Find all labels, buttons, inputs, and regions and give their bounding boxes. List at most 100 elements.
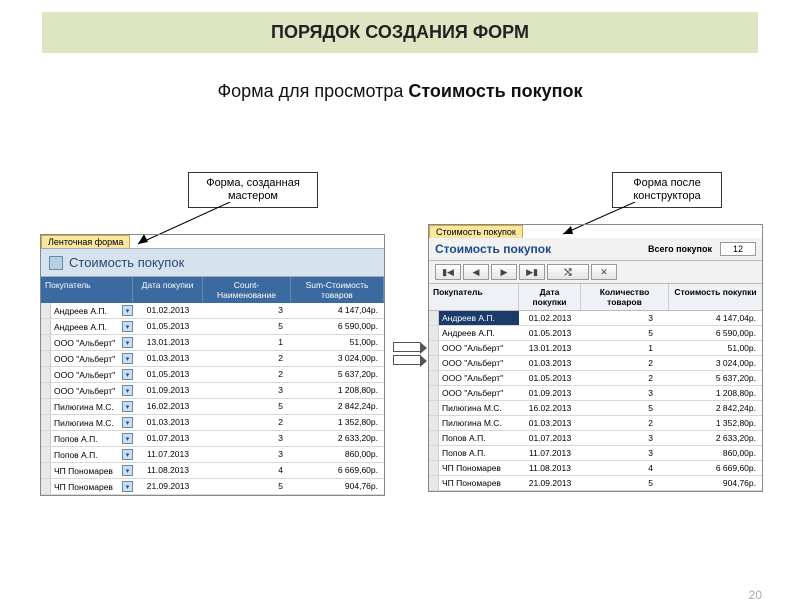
cell-buyer[interactable]: ЧП Пономарев▾ <box>51 463 133 478</box>
row-selector[interactable] <box>429 371 439 385</box>
nav-prev-button[interactable]: ◀ <box>463 264 489 280</box>
dropdown-icon[interactable]: ▾ <box>122 385 133 396</box>
cell-buyer[interactable]: Попов А.П. <box>439 431 519 445</box>
row-selector[interactable] <box>429 326 439 340</box>
cell-buyer[interactable]: Андреев А.П. <box>439 326 519 340</box>
cell-buyer[interactable]: ООО "Альберт"▾ <box>51 367 133 382</box>
dropdown-icon[interactable]: ▾ <box>122 481 133 492</box>
cell-buyer[interactable]: ООО "Альберт" <box>439 371 519 385</box>
cell-buyer[interactable]: Пилюгина М.С. <box>439 401 519 415</box>
dropdown-icon[interactable]: ▾ <box>122 449 133 460</box>
nav-close-button[interactable]: ✕ <box>591 264 617 280</box>
nav-first-button[interactable]: ▮◀ <box>435 264 461 280</box>
row-selector[interactable] <box>41 479 51 494</box>
table-row[interactable]: ООО "Альберт"▾01.03.201323 024,00р. <box>41 351 384 367</box>
row-selector[interactable] <box>41 367 51 382</box>
cell-buyer[interactable]: ЧП Пономарев <box>439 461 519 475</box>
cell-buyer[interactable]: Пилюгина М.С. <box>439 416 519 430</box>
table-row[interactable]: ООО "Альберт"13.01.2013151,00р. <box>429 341 762 356</box>
table-row[interactable]: ЧП Пономарев▾21.09.20135904,76р. <box>41 479 384 495</box>
dropdown-icon[interactable]: ▾ <box>122 353 133 364</box>
dropdown-icon[interactable]: ▾ <box>122 433 133 444</box>
row-selector[interactable] <box>429 446 439 460</box>
cell-count: 3 <box>203 383 291 398</box>
row-selector[interactable] <box>41 415 51 430</box>
table-row[interactable]: ЧП Пономарев11.08.201346 669,60р. <box>429 461 762 476</box>
row-selector[interactable] <box>41 431 51 446</box>
table-row[interactable]: ООО "Альберт"▾01.09.201331 208,80р. <box>41 383 384 399</box>
row-selector[interactable] <box>41 335 51 350</box>
table-row[interactable]: Андреев А.П.▾01.05.201356 590,00р. <box>41 319 384 335</box>
form-tab[interactable]: Стоимость покупок <box>429 225 523 238</box>
dropdown-icon[interactable]: ▾ <box>122 417 133 428</box>
row-selector[interactable] <box>429 356 439 370</box>
dropdown-icon[interactable]: ▾ <box>122 369 133 380</box>
row-selector[interactable] <box>41 319 51 334</box>
dropdown-icon[interactable]: ▾ <box>122 465 133 476</box>
cell-date: 01.05.2013 <box>519 371 581 385</box>
cell-date: 01.05.2013 <box>519 326 581 340</box>
row-selector[interactable] <box>41 303 51 318</box>
row-selector[interactable] <box>429 476 439 490</box>
row-selector[interactable] <box>429 401 439 415</box>
table-row[interactable]: ООО "Альберт"▾01.05.201325 637,20р. <box>41 367 384 383</box>
dropdown-icon[interactable]: ▾ <box>122 321 133 332</box>
table-row[interactable]: Андреев А.П.▾01.02.201334 147,04р. <box>41 303 384 319</box>
table-row[interactable]: Попов А.П.▾01.07.201332 633,20р. <box>41 431 384 447</box>
cell-buyer[interactable]: ООО "Альберт"▾ <box>51 351 133 366</box>
cell-count: 1 <box>581 341 669 355</box>
nav-filter-button[interactable]: ⤭ <box>547 264 589 280</box>
cell-buyer[interactable]: Пилюгина М.С.▾ <box>51 415 133 430</box>
cell-buyer[interactable]: Пилюгина М.С.▾ <box>51 399 133 414</box>
cell-buyer[interactable]: ООО "Альберт" <box>439 341 519 355</box>
cell-buyer[interactable]: ООО "Альберт"▾ <box>51 383 133 398</box>
nav-next-button[interactable]: ▶ <box>491 264 517 280</box>
table-row[interactable]: Попов А.П.11.07.20133860,00р. <box>429 446 762 461</box>
table-row[interactable]: ООО "Альберт"01.03.201323 024,00р. <box>429 356 762 371</box>
table-row[interactable]: ЧП Пономарев▾11.08.201346 669,60р. <box>41 463 384 479</box>
table-row[interactable]: Пилюгина М.С.16.02.201352 842,24р. <box>429 401 762 416</box>
cell-buyer[interactable]: Попов А.П.▾ <box>51 447 133 462</box>
row-selector[interactable] <box>429 461 439 475</box>
table-row[interactable]: Андреев А.П.01.02.201334 147,04р. <box>429 311 762 326</box>
cell-buyer[interactable]: Андреев А.П.▾ <box>51 303 133 318</box>
row-selector[interactable] <box>429 431 439 445</box>
nav-last-button[interactable]: ▶▮ <box>519 264 545 280</box>
table-row[interactable]: ООО "Альберт"01.05.201325 637,20р. <box>429 371 762 386</box>
row-selector[interactable] <box>429 416 439 430</box>
table-row[interactable]: ООО "Альберт"▾13.01.2013151,00р. <box>41 335 384 351</box>
row-selector[interactable] <box>41 383 51 398</box>
cell-buyer[interactable]: Попов А.П. <box>439 446 519 460</box>
cell-buyer[interactable]: ЧП Пономарев <box>439 476 519 490</box>
dropdown-icon[interactable]: ▾ <box>122 337 133 348</box>
cell-buyer[interactable]: ООО "Альберт" <box>439 356 519 370</box>
row-selector[interactable] <box>429 386 439 400</box>
table-row[interactable]: Пилюгина М.С.▾16.02.201352 842,24р. <box>41 399 384 415</box>
cell-buyer[interactable]: Андреев А.П.▾ <box>51 319 133 334</box>
table-row[interactable]: ЧП Пономарев21.09.20135904,76р. <box>429 476 762 491</box>
cell-buyer[interactable]: ООО "Альберт" <box>439 386 519 400</box>
row-selector[interactable] <box>429 311 439 325</box>
dropdown-icon[interactable]: ▾ <box>122 305 133 316</box>
cell-sum: 904,76р. <box>291 479 384 494</box>
cell-buyer[interactable]: Андреев А.П. <box>439 311 519 325</box>
row-selector[interactable] <box>41 447 51 462</box>
col-buyer: Покупатель <box>41 277 133 303</box>
cell-count: 3 <box>581 386 669 400</box>
table-row[interactable]: Андреев А.П.01.05.201356 590,00р. <box>429 326 762 341</box>
row-selector[interactable] <box>41 351 51 366</box>
row-selector[interactable] <box>41 399 51 414</box>
row-selector[interactable] <box>429 341 439 355</box>
cell-buyer[interactable]: ООО "Альберт"▾ <box>51 335 133 350</box>
row-selector[interactable] <box>41 463 51 478</box>
table-row[interactable]: Пилюгина М.С.01.03.201321 352,80р. <box>429 416 762 431</box>
table-row[interactable]: Попов А.П.▾11.07.20133860,00р. <box>41 447 384 463</box>
subtitle-prefix: Форма для просмотра <box>217 81 408 101</box>
table-row[interactable]: ООО "Альберт"01.09.201331 208,80р. <box>429 386 762 401</box>
table-row[interactable]: Пилюгина М.С.▾01.03.201321 352,80р. <box>41 415 384 431</box>
table-row[interactable]: Попов А.П.01.07.201332 633,20р. <box>429 431 762 446</box>
cell-buyer[interactable]: ЧП Пономарев▾ <box>51 479 133 494</box>
dropdown-icon[interactable]: ▾ <box>122 401 133 412</box>
cell-buyer[interactable]: Попов А.П.▾ <box>51 431 133 446</box>
form-tab[interactable]: Ленточная форма <box>41 235 130 248</box>
